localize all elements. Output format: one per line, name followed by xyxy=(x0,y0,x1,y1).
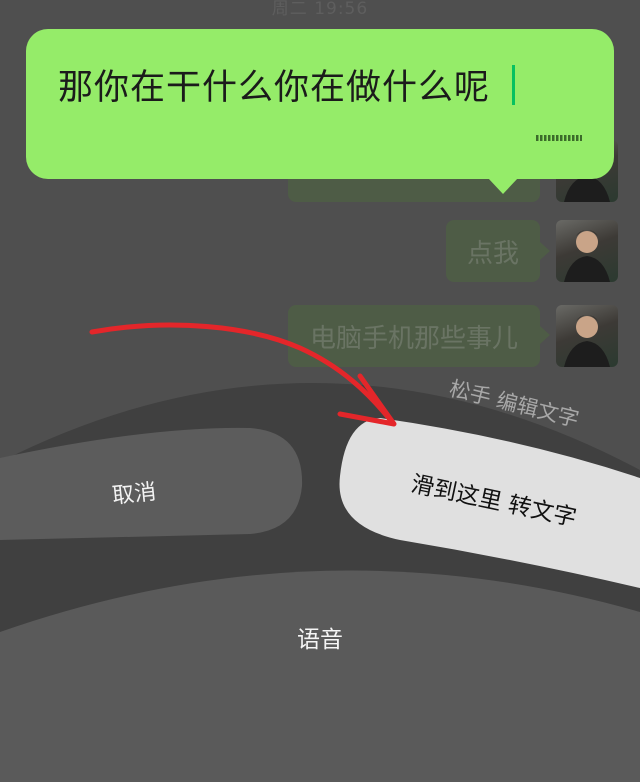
cancel-button[interactable]: 取消 xyxy=(110,474,157,510)
text-cursor xyxy=(512,65,515,105)
voice-level-dots-icon xyxy=(536,135,582,141)
voice-button[interactable]: 语音 xyxy=(0,620,640,654)
cancel-label: 取消 xyxy=(111,479,158,510)
voice-recognition-bubble: 那你在干什么你在做什么呢 xyxy=(26,29,614,179)
recognized-text: 那你在干什么你在做什么呢 xyxy=(58,68,491,108)
voice-bubble-tail xyxy=(488,178,518,194)
voice-label: 语音 xyxy=(297,627,343,653)
